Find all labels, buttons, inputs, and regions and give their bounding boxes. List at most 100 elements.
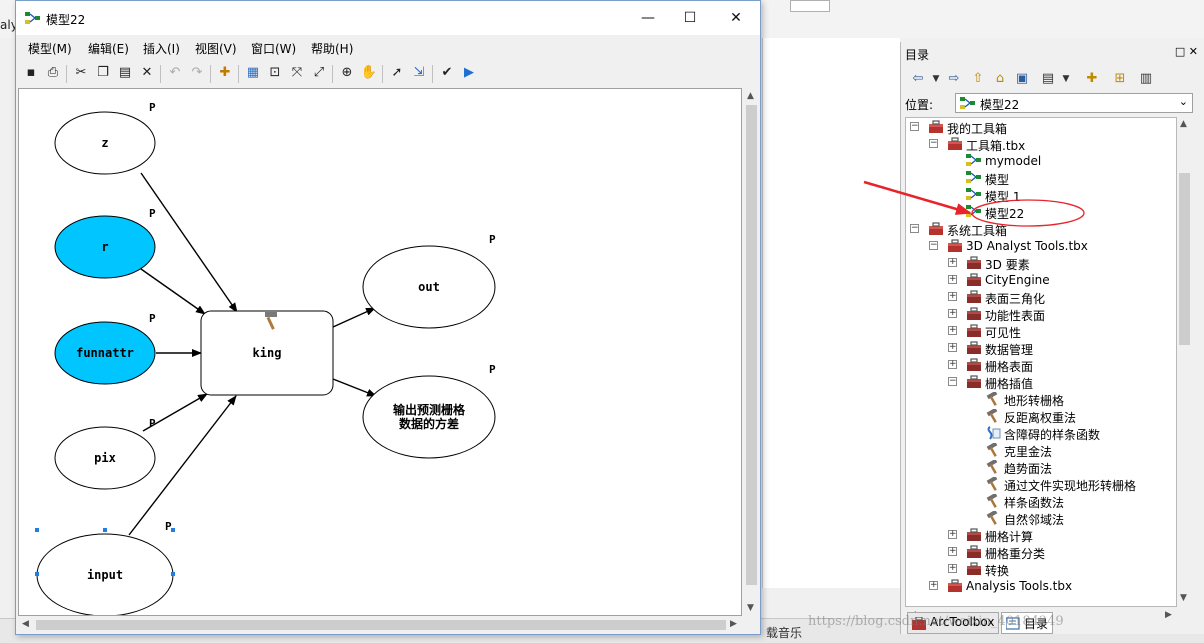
new-folder-icon[interactable]: ✚	[1083, 70, 1101, 88]
edge-king-to-out[interactable]	[332, 307, 376, 328]
edge-z-to-king[interactable]	[140, 172, 238, 313]
tree-item[interactable]: + 栅格计算	[906, 527, 1176, 544]
tree-item[interactable]: 克里金法	[906, 441, 1176, 459]
edge-king-to-variance[interactable]	[332, 378, 377, 397]
redo-icon[interactable]: ↷	[188, 64, 206, 82]
connect-icon[interactable]: ⇲	[410, 64, 428, 82]
tree-item[interactable]: + 表面三角化	[906, 289, 1176, 306]
node-pix[interactable]: pix P	[54, 417, 156, 490]
tree-item[interactable]: 地形转栅格	[906, 390, 1176, 408]
tree-item[interactable]: + 转换	[906, 561, 1176, 578]
menu-view[interactable]: 视图(V)	[195, 40, 237, 57]
canvas-vertical-scrollbar[interactable]: ▲ ▼	[744, 89, 759, 617]
collapse-icon[interactable]: −	[929, 241, 938, 250]
scroll-left-icon[interactable]: ◀	[22, 619, 29, 629]
tree-vertical-scrollbar[interactable]: ▲ ▼	[1177, 117, 1192, 607]
node-r[interactable]: rP	[54, 207, 156, 279]
tree-item[interactable]: − 系统工具箱	[906, 221, 1176, 238]
model-canvas[interactable]: z Pr Pfunnattr Ppix Pinput Pking out P 输出预测栅格 数据的…	[18, 88, 742, 616]
full-extent-icon[interactable]: ⊡	[266, 64, 284, 82]
maximize-button[interactable]: ☐	[670, 7, 710, 31]
tree-item[interactable]: 反距离权重法	[906, 407, 1176, 425]
tree-item[interactable]: mymodel	[906, 153, 1176, 170]
tree-item[interactable]: 通过文件实现地形转栅格	[906, 475, 1176, 493]
expand-icon[interactable]: +	[948, 547, 957, 556]
menu-help[interactable]: 帮助(H)	[311, 40, 353, 57]
node-funnattr[interactable]: funnattr P	[54, 312, 156, 385]
zoom-in-fixed-icon[interactable]: ⤧	[288, 64, 306, 82]
node-variance[interactable]: 输出预测栅格数据的方差 P	[362, 363, 496, 459]
options-icon[interactable]: ▥	[1137, 70, 1155, 88]
model-diagram[interactable]: zPrPfunnattrPpixPinputPkingoutP输出预测栅格数据的…	[19, 89, 742, 616]
tree-item[interactable]: + 功能性表面	[906, 306, 1176, 323]
undo-icon[interactable]: ↶	[166, 64, 184, 82]
view-options-icon[interactable]: ▤	[1039, 70, 1057, 88]
scroll-right-icon[interactable]: ▶	[730, 619, 737, 629]
paste-icon[interactable]: ▤	[116, 64, 134, 82]
tree-item[interactable]: − 工具箱.tbx	[906, 136, 1176, 153]
collapse-icon[interactable]: −	[929, 139, 938, 148]
expand-icon[interactable]: +	[948, 258, 957, 267]
select-icon[interactable]: ➚	[388, 64, 406, 82]
zoom-out-fixed-icon[interactable]: ⤢	[310, 64, 328, 82]
tree-item[interactable]: − 我的工具箱	[906, 119, 1176, 136]
copy-icon[interactable]: ❐	[94, 64, 112, 82]
chevron-down-icon[interactable]: ⌄	[1179, 95, 1188, 108]
scroll-up-icon[interactable]: ▲	[747, 91, 754, 101]
home-icon[interactable]: ⌂	[991, 70, 1009, 88]
expand-icon[interactable]: +	[948, 292, 957, 301]
tree-item[interactable]: − 栅格插值	[906, 374, 1176, 391]
tree-item[interactable]: 自然邻域法	[906, 509, 1176, 527]
tree-item[interactable]: 含障碍的样条函数	[906, 425, 1176, 442]
node-king[interactable]: king	[200, 310, 334, 396]
tree-item[interactable]: + 栅格表面	[906, 357, 1176, 374]
forward-icon[interactable]: ⇨	[945, 70, 963, 88]
expand-icon[interactable]: +	[929, 581, 938, 590]
tree-item[interactable]: 样条函数法	[906, 492, 1176, 510]
tree-item[interactable]: + 可见性	[906, 323, 1176, 340]
print-icon[interactable]: ⎙	[44, 64, 62, 82]
auto-layout-icon[interactable]: ▦	[244, 64, 262, 82]
expand-icon[interactable]: +	[948, 530, 957, 539]
back-icon[interactable]: ⇦	[909, 70, 927, 88]
catalog-tree[interactable]: − 我的工具箱 − 工具箱.tbx mymodel 模型 模型 1 模型22− 系统工具箱 −3D…	[905, 117, 1177, 607]
connect-folder-icon[interactable]: ▣	[1013, 70, 1031, 88]
edge-r-to-king[interactable]	[140, 268, 206, 315]
tree-item[interactable]: − 3D Analyst Tools.tbx	[906, 238, 1176, 255]
cut-icon[interactable]: ✂	[72, 64, 90, 82]
scroll-down-icon[interactable]: ▼	[1180, 593, 1187, 603]
back-dropdown-icon[interactable]: ▼	[927, 70, 945, 88]
collapse-icon[interactable]: −	[910, 122, 919, 131]
node-out[interactable]: out P	[362, 233, 496, 329]
tree-item[interactable]: 模型22	[906, 204, 1176, 221]
collapse-icon[interactable]: −	[910, 224, 919, 233]
menu-edit[interactable]: 编辑(E)	[88, 40, 129, 57]
node-z[interactable]: zP	[54, 101, 156, 175]
delete-icon[interactable]: ✕	[138, 64, 156, 82]
tree-item[interactable]: +3D 要素	[906, 255, 1176, 272]
save-icon[interactable]: ▪	[22, 64, 40, 82]
expand-icon[interactable]: +	[948, 309, 957, 318]
tree-vertical-thumb[interactable]	[1179, 173, 1190, 345]
tree-item[interactable]: 模型	[906, 170, 1176, 187]
model-window-titlebar[interactable]: 模型22 — ☐ ✕	[16, 1, 760, 35]
add-data-icon[interactable]: ✚	[216, 64, 234, 82]
location-combobox[interactable]: 模型22 ⌄	[955, 93, 1193, 113]
catalog-pane-buttons[interactable]: □ ✕	[1175, 45, 1198, 58]
menu-model[interactable]: 模型(M)	[28, 40, 72, 57]
expand-icon[interactable]: +	[948, 360, 957, 369]
canvas-vertical-thumb[interactable]	[746, 105, 757, 585]
run-icon[interactable]: ▶	[460, 64, 478, 82]
zoom-icon[interactable]: ⊕	[338, 64, 356, 82]
canvas-horizontal-scrollbar[interactable]: ◀ ▶	[18, 617, 742, 633]
scroll-down-icon[interactable]: ▼	[747, 603, 754, 613]
collapse-icon[interactable]: −	[948, 377, 957, 386]
tree-item[interactable]: + CityEngine	[906, 272, 1176, 289]
minimize-button[interactable]: —	[628, 7, 668, 31]
canvas-horizontal-thumb[interactable]	[36, 620, 726, 630]
tree-item[interactable]: + 栅格重分类	[906, 544, 1176, 561]
expand-icon[interactable]: +	[948, 326, 957, 335]
tree-toggle-icon[interactable]: ⊞	[1111, 70, 1129, 88]
expand-icon[interactable]: +	[948, 564, 957, 573]
scroll-up-icon[interactable]: ▲	[1180, 119, 1187, 129]
